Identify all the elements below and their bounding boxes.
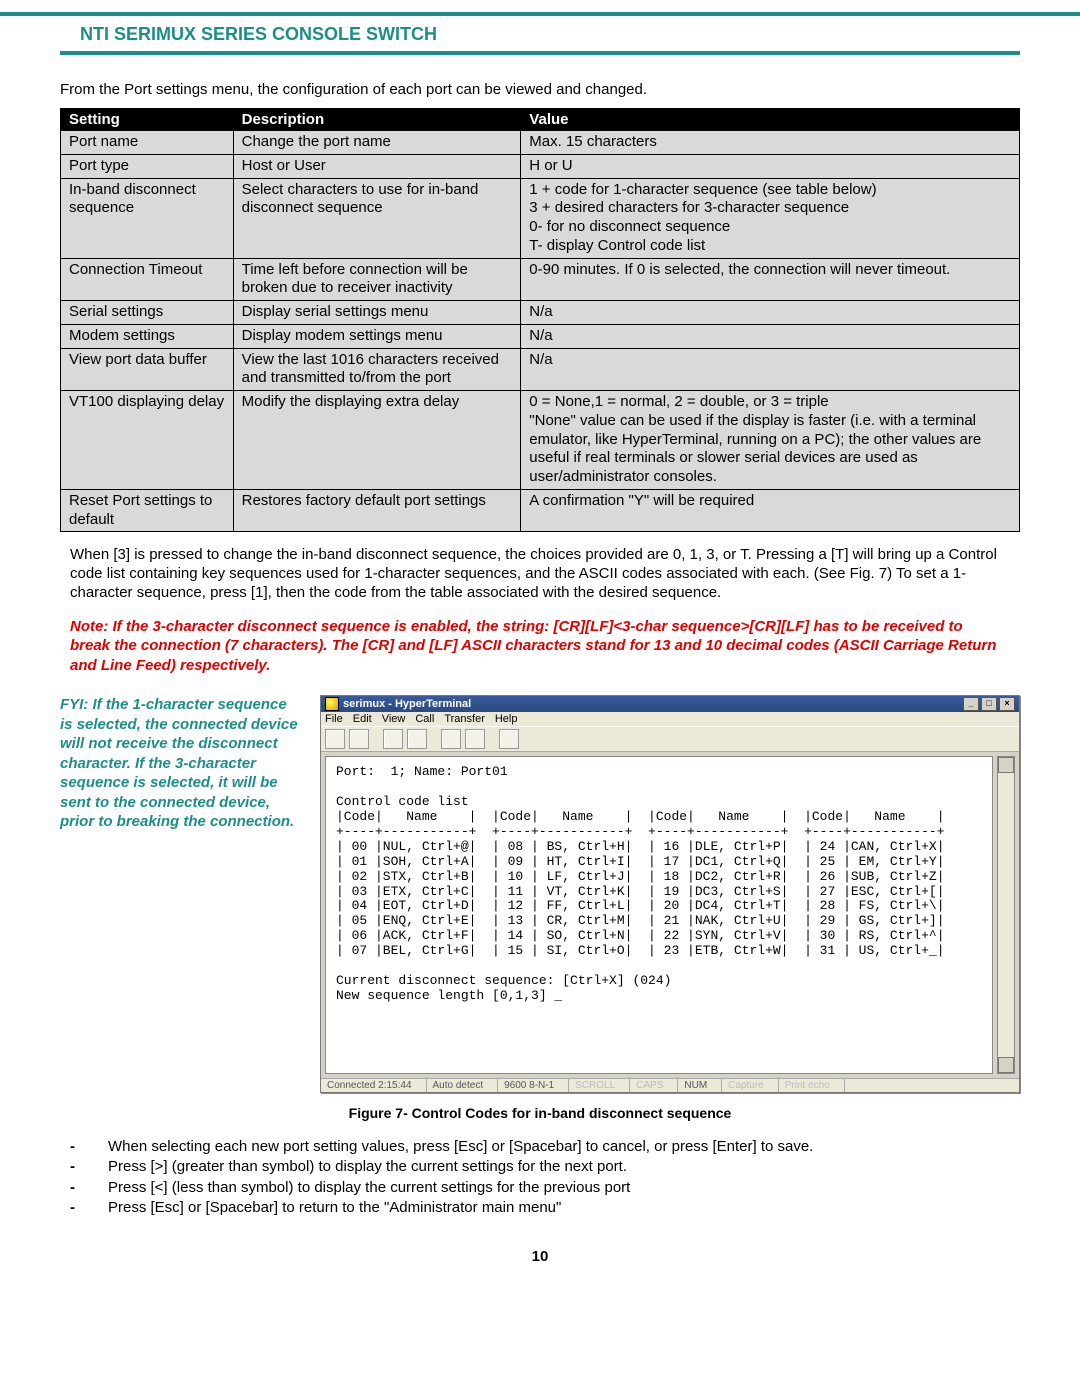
table-header-row: Setting Description Value (61, 109, 1020, 131)
status-segment: Auto detect (427, 1079, 499, 1092)
note-paragraph: Note: If the 3-character disconnect sequ… (70, 617, 1000, 676)
list-item: Press [>] (greater than symbol) to displ… (70, 1157, 1020, 1177)
table-cell: View port data buffer (61, 348, 234, 391)
figure-caption: Figure 7- Control Codes for in-band disc… (60, 1105, 1020, 1121)
fyi-paragraph: FYI: If the 1-character sequence is sele… (60, 695, 300, 832)
toolbar-button[interactable] (383, 729, 403, 749)
status-segment: NUM (678, 1079, 722, 1092)
toolbar-button[interactable] (325, 729, 345, 749)
table-row: Modem settingsDisplay modem settings men… (61, 324, 1020, 348)
header-setting: Setting (61, 109, 234, 131)
menu-item[interactable]: File (325, 713, 343, 725)
table-cell: N/a (521, 301, 1020, 325)
document-title: NTI SERIMUX SERIES CONSOLE SWITCH (60, 24, 1020, 45)
status-segment: 9600 8-N-1 (498, 1079, 569, 1092)
vertical-scrollbar[interactable] (997, 756, 1015, 1074)
table-cell: VT100 displaying delay (61, 391, 234, 490)
table-row: Serial settingsDisplay serial settings m… (61, 301, 1020, 325)
hyperterminal-menubar: File Edit View Call Transfer Help (321, 712, 1019, 726)
status-segment: Connected 2:15:44 (321, 1079, 427, 1092)
table-cell: Restores factory default port settings (233, 489, 521, 532)
table-cell: Port type (61, 154, 234, 178)
paragraph-in-band: When [3] is pressed to change the in-ban… (70, 546, 1000, 602)
table-cell: A confirmation "Y" will be required (521, 489, 1020, 532)
table-cell: Port name (61, 131, 234, 155)
header-value: Value (521, 109, 1020, 131)
table-cell: Reset Port settings to default (61, 489, 234, 532)
list-item: When selecting each new port setting val… (70, 1137, 1020, 1157)
table-cell: Select characters to use for in-band dis… (233, 178, 521, 258)
table-cell: Change the port name (233, 131, 521, 155)
title-underline (60, 51, 1020, 55)
table-cell: 0 = None,1 = normal, 2 = double, or 3 = … (521, 391, 1020, 490)
table-cell: Time left before connection will be brok… (233, 258, 521, 301)
minimize-button[interactable]: _ (963, 697, 979, 711)
instruction-list: When selecting each new port setting val… (70, 1137, 1020, 1218)
table-cell: In-band disconnect sequence (61, 178, 234, 258)
table-cell: N/a (521, 324, 1020, 348)
status-segment: Capture (722, 1079, 779, 1092)
page-number: 10 (60, 1248, 1020, 1265)
table-cell: 0-90 minutes. If 0 is selected, the conn… (521, 258, 1020, 301)
table-cell: H or U (521, 154, 1020, 178)
fyi-and-figure-row: FYI: If the 1-character sequence is sele… (60, 695, 1020, 1093)
list-item: Press [<] (less than symbol) to display … (70, 1178, 1020, 1198)
window-title: serimux - HyperTerminal (343, 698, 471, 710)
toolbar-button[interactable] (465, 729, 485, 749)
close-button[interactable]: × (999, 697, 1015, 711)
menu-item[interactable]: Help (495, 713, 518, 725)
toolbar-button[interactable] (499, 729, 519, 749)
toolbar-button[interactable] (407, 729, 427, 749)
toolbar-button[interactable] (441, 729, 461, 749)
table-row: Port typeHost or UserH or U (61, 154, 1020, 178)
menu-item[interactable]: Transfer (444, 713, 485, 725)
table-cell: N/a (521, 348, 1020, 391)
table-cell: 1 + code for 1-character sequence (see t… (521, 178, 1020, 258)
terminal-output: Port: 1; Name: Port01 Control code list … (325, 756, 993, 1074)
menu-item[interactable]: View (382, 713, 406, 725)
table-cell: Host or User (233, 154, 521, 178)
table-cell: Modem settings (61, 324, 234, 348)
table-row: Connection TimeoutTime left before conne… (61, 258, 1020, 301)
table-row: In-band disconnect sequenceSelect charac… (61, 178, 1020, 258)
menu-item[interactable]: Call (415, 713, 434, 725)
header-description: Description (233, 109, 521, 131)
page: NTI SERIMUX SERIES CONSOLE SWITCH From t… (0, 24, 1080, 1305)
hyperterminal-toolbar (321, 726, 1019, 752)
table-cell: Serial settings (61, 301, 234, 325)
top-rule (0, 12, 1080, 16)
table-cell: Connection Timeout (61, 258, 234, 301)
table-cell: Modify the displaying extra delay (233, 391, 521, 490)
hyperterminal-statusbar: Connected 2:15:44Auto detect9600 8-N-1SC… (321, 1078, 1019, 1092)
hyperterminal-titlebar: serimux - HyperTerminal _ □ × (321, 696, 1019, 712)
menu-item[interactable]: Edit (353, 713, 372, 725)
table-row: Reset Port settings to defaultRestores f… (61, 489, 1020, 532)
status-segment: SCROLL (569, 1079, 630, 1092)
table-cell: Max. 15 characters (521, 131, 1020, 155)
hyperterminal-window: serimux - HyperTerminal _ □ × File Edit Vi… (320, 695, 1020, 1093)
status-segment: CAPS (630, 1079, 678, 1092)
table-cell: View the last 1016 characters received a… (233, 348, 521, 391)
table-row: Port nameChange the port nameMax. 15 cha… (61, 131, 1020, 155)
table-cell: Display modem settings menu (233, 324, 521, 348)
list-item: Press [Esc] or [Spacebar] to return to t… (70, 1198, 1020, 1218)
window-buttons: _ □ × (963, 697, 1015, 711)
toolbar-button[interactable] (349, 729, 369, 749)
table-row: View port data bufferView the last 1016 … (61, 348, 1020, 391)
table-row: VT100 displaying delayModify the display… (61, 391, 1020, 490)
settings-table: Setting Description Value Port nameChang… (60, 108, 1020, 532)
intro-paragraph: From the Port settings menu, the configu… (60, 81, 1020, 98)
status-segment: Print echo (779, 1079, 845, 1092)
maximize-button[interactable]: □ (981, 697, 997, 711)
app-icon (325, 697, 339, 711)
table-cell: Display serial settings menu (233, 301, 521, 325)
